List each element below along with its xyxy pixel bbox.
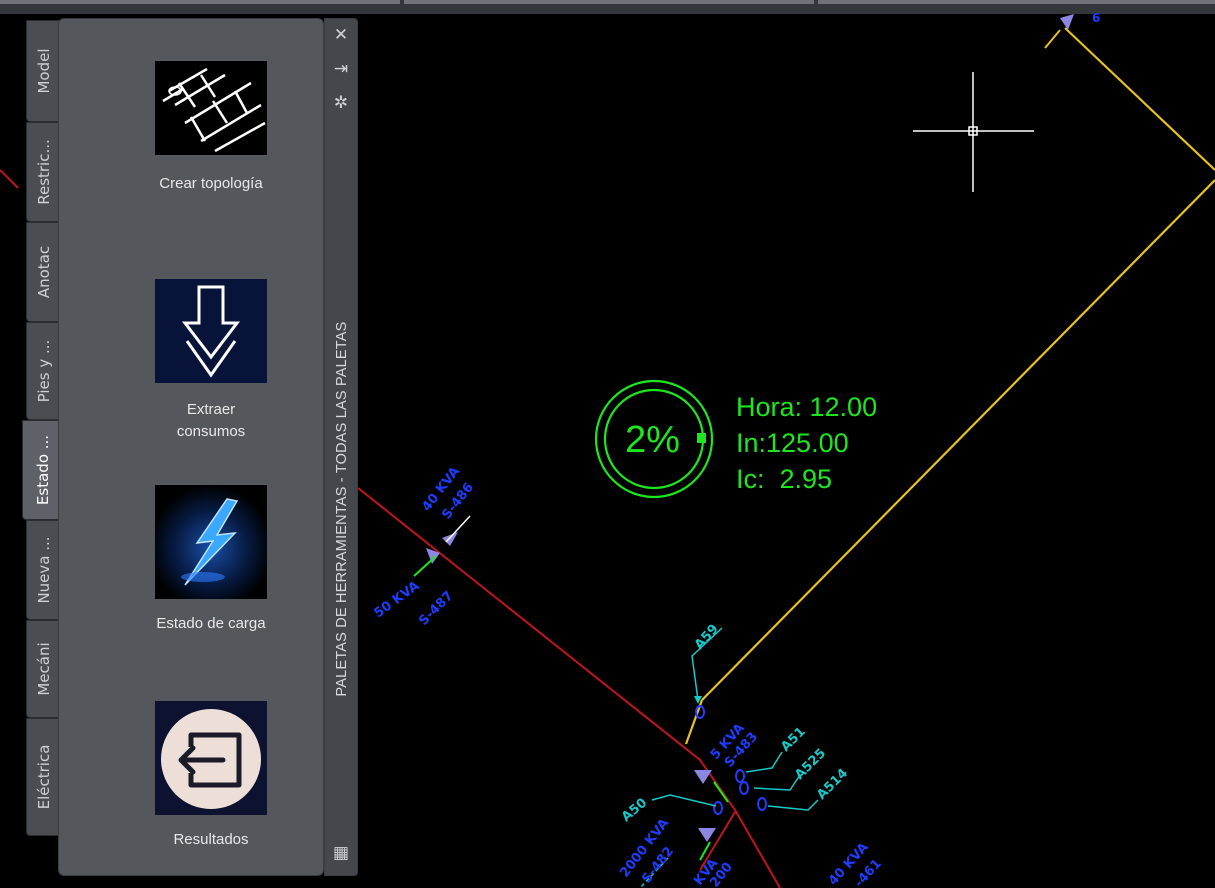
tab-model[interactable]: Model xyxy=(26,20,62,122)
label-a51: A51 xyxy=(778,724,809,755)
transformer-marker-b xyxy=(698,828,716,842)
topology-icon xyxy=(155,61,267,155)
status-in: In:125.00 xyxy=(736,428,849,458)
tab-label: Anotac xyxy=(35,245,53,299)
transformer-symbol xyxy=(413,515,471,577)
node-b xyxy=(735,769,745,783)
tab-label: Estado ... xyxy=(34,434,52,506)
tool-resultados[interactable]: Resultados xyxy=(155,701,267,851)
red-line-main xyxy=(357,487,781,888)
label-a50: A50 xyxy=(619,795,650,825)
node-d xyxy=(713,801,723,815)
tab-label: Eléctrica xyxy=(35,744,53,810)
leader-a514 xyxy=(767,799,819,811)
label-a514: A514 xyxy=(814,766,851,803)
palette-title: PALETAS DE HERRAMIENTAS - TODAS LAS PALE… xyxy=(334,321,350,697)
leader-a50 xyxy=(651,794,717,807)
yellow-tick xyxy=(1044,29,1061,49)
pin-icon[interactable]: ⇥ xyxy=(331,59,351,79)
settings-icon[interactable]: ✲ xyxy=(331,93,351,113)
tab-anotacion[interactable]: Anotac xyxy=(26,222,62,322)
tab-mecanica[interactable]: Mecáni xyxy=(26,620,62,718)
leader-a51 xyxy=(745,751,783,773)
lightning-icon xyxy=(155,485,267,599)
tool-label: Resultados xyxy=(173,831,249,848)
yellow-line-upper xyxy=(1064,27,1215,171)
node-e xyxy=(757,797,767,811)
green-stub-a xyxy=(713,781,729,803)
down-arrow-icon xyxy=(155,279,267,383)
tool-palette: Model Restric... Anotac Pies y ... Estad… xyxy=(20,18,360,878)
palette-titlebar[interactable]: ✕ ⇥ ✲ PALETAS DE HERRAMIENTAS - TODAS LA… xyxy=(324,18,358,876)
tool-crear-topologia[interactable]: Crear topología xyxy=(155,61,267,195)
tab-electrica[interactable]: Eléctrica xyxy=(26,718,62,836)
palette-content: Crear topología Extraer consumos Estado … xyxy=(58,18,347,876)
tool-label: Extraer consumos xyxy=(176,401,246,440)
transformer-marker-a xyxy=(694,770,712,784)
status-ic: Ic: 2.95 xyxy=(736,464,833,494)
tool-estado-de-carga[interactable]: Estado de carga xyxy=(155,485,267,635)
label-a59: A59 xyxy=(692,622,722,653)
tab-label: Nueva ... xyxy=(35,536,53,604)
label-top-tag: 6 xyxy=(1092,11,1100,25)
properties-icon[interactable]: ▦ xyxy=(331,843,351,863)
tab-label: Mecáni xyxy=(35,642,53,696)
label-s487: S-487 xyxy=(416,589,456,629)
label-a525: A525 xyxy=(792,746,829,783)
tab-nueva[interactable]: Nueva ... xyxy=(26,520,62,620)
tool-label: Crear topología xyxy=(159,175,263,192)
red-line-left xyxy=(0,169,19,189)
close-icon[interactable]: ✕ xyxy=(331,25,351,45)
node-c xyxy=(739,781,749,795)
load-percent: 2% xyxy=(625,419,680,461)
tool-label: Estado de carga xyxy=(156,615,266,632)
leader-a525 xyxy=(753,774,801,791)
status-readout: Hora: 12.00 In:125.00 Ic: 2.95 xyxy=(736,389,877,497)
exit-arrow-icon xyxy=(155,701,267,815)
tab-label: Model xyxy=(35,48,53,94)
crosshair-cursor xyxy=(913,72,1034,192)
tab-label: Restric... xyxy=(35,139,53,205)
tab-label: Pies y ... xyxy=(35,339,53,403)
label-50kva: 50 KVA xyxy=(372,579,423,622)
transformer-marker-top xyxy=(1060,14,1074,30)
tab-restricciones[interactable]: Restric... xyxy=(26,122,62,222)
tab-pies[interactable]: Pies y ... xyxy=(26,322,62,420)
tool-extraer-consumos[interactable]: Extraer consumos xyxy=(155,269,267,443)
status-hora: Hora: 12.00 xyxy=(736,392,878,422)
